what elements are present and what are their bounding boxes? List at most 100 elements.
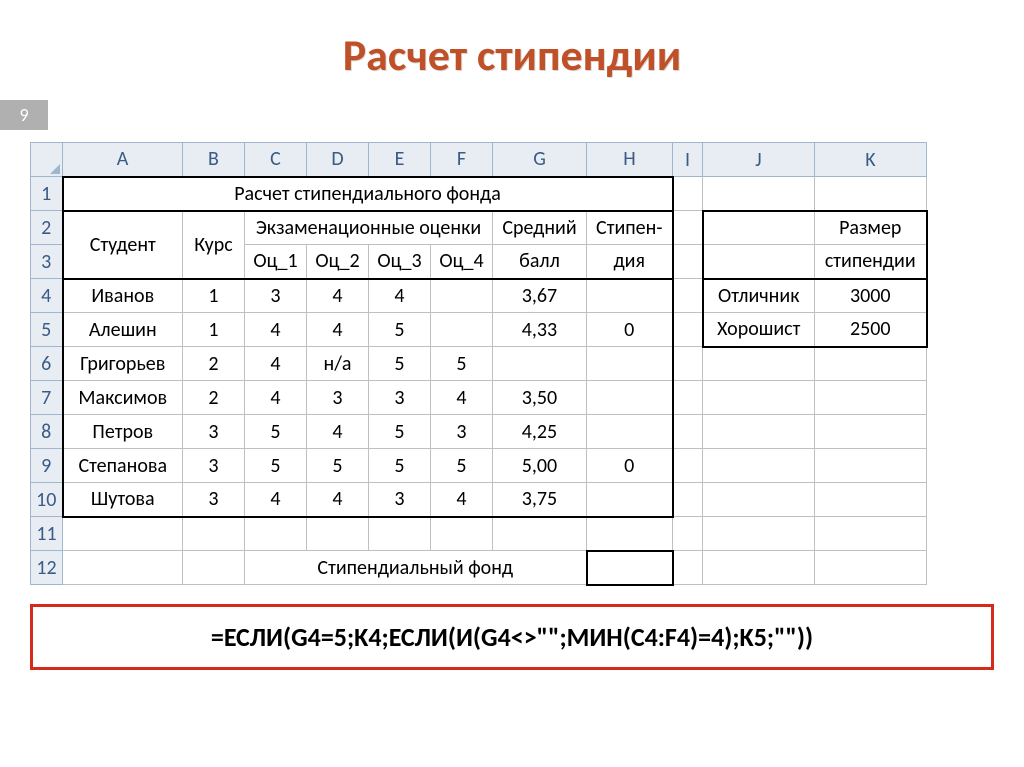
row-header-4[interactable]: 4: [31, 279, 63, 313]
cell-o4[interactable]: 5: [431, 449, 493, 483]
cell-course[interactable]: 3: [183, 449, 245, 483]
cell-name[interactable]: Иванов: [63, 279, 183, 313]
cell-o1[interactable]: 3: [245, 279, 307, 313]
cell-oc1-header[interactable]: Оц_1: [245, 245, 307, 279]
cell-course[interactable]: 1: [183, 313, 245, 347]
cell[interactable]: [703, 347, 815, 381]
row-header-6[interactable]: 6: [31, 347, 63, 381]
col-header-C[interactable]: C: [245, 143, 307, 177]
col-header-B[interactable]: B: [183, 143, 245, 177]
cell-o4[interactable]: 4: [431, 381, 493, 415]
cell-o1[interactable]: 5: [245, 415, 307, 449]
col-header-I[interactable]: I: [673, 143, 703, 177]
cell-name[interactable]: Петров: [63, 415, 183, 449]
cell-o2[interactable]: 4: [307, 415, 369, 449]
cell[interactable]: [431, 517, 493, 551]
cell-name[interactable]: Шутова: [63, 483, 183, 517]
row-header-1[interactable]: 1: [31, 177, 63, 211]
row-header-3[interactable]: 3: [31, 245, 63, 279]
cell[interactable]: [63, 517, 183, 551]
cell-good-val[interactable]: 2500: [815, 313, 927, 347]
cell-size-header-top[interactable]: Размер: [815, 211, 927, 245]
cell-avg-header-bot[interactable]: балл: [493, 245, 587, 279]
cell-good-label[interactable]: Хорошист: [703, 313, 815, 347]
cell[interactable]: [673, 279, 703, 313]
cell[interactable]: [63, 551, 183, 585]
cell-avg[interactable]: 3,75: [493, 483, 587, 517]
cell[interactable]: [703, 551, 815, 585]
row-header-8[interactable]: 8: [31, 415, 63, 449]
cell-avg[interactable]: 4,25: [493, 415, 587, 449]
cell-oc2-header[interactable]: Оц_2: [307, 245, 369, 279]
cell[interactable]: [183, 517, 245, 551]
col-header-H[interactable]: H: [587, 143, 673, 177]
col-header-F[interactable]: F: [431, 143, 493, 177]
cell[interactable]: [245, 517, 307, 551]
cell-avg[interactable]: 5,00: [493, 449, 587, 483]
col-header-D[interactable]: D: [307, 143, 369, 177]
cell-o3[interactable]: 5: [369, 449, 431, 483]
cell-o1[interactable]: 4: [245, 347, 307, 381]
cell-avg[interactable]: [493, 347, 587, 381]
cell[interactable]: [673, 313, 703, 347]
cell-course[interactable]: 2: [183, 381, 245, 415]
cell-o3[interactable]: 5: [369, 313, 431, 347]
cell-o1[interactable]: 4: [245, 381, 307, 415]
cell-name[interactable]: Максимов: [63, 381, 183, 415]
cell-o1[interactable]: 4: [245, 483, 307, 517]
cell[interactable]: [673, 347, 703, 381]
cell-avg[interactable]: 3,50: [493, 381, 587, 415]
cell[interactable]: [815, 483, 927, 517]
cell[interactable]: [369, 517, 431, 551]
cell-course[interactable]: 3: [183, 415, 245, 449]
cell-course-header[interactable]: Курс: [183, 211, 245, 279]
col-header-J[interactable]: J: [703, 143, 815, 177]
cell-course[interactable]: 2: [183, 347, 245, 381]
cell-o2[interactable]: 4: [307, 313, 369, 347]
cell[interactable]: [493, 517, 587, 551]
col-header-A[interactable]: A: [63, 143, 183, 177]
cell[interactable]: [307, 517, 369, 551]
cell-oc4-header[interactable]: Оц_4: [431, 245, 493, 279]
cell[interactable]: [815, 177, 927, 211]
cell-stip[interactable]: [587, 415, 673, 449]
cell-o4[interactable]: 3: [431, 415, 493, 449]
cell[interactable]: [703, 211, 815, 245]
cell[interactable]: [815, 551, 927, 585]
cell[interactable]: [703, 483, 815, 517]
cell-stip-header-bot[interactable]: дия: [587, 245, 673, 279]
cell-oc3-header[interactable]: Оц_3: [369, 245, 431, 279]
cell-fund-value[interactable]: [587, 551, 673, 585]
cell[interactable]: [703, 381, 815, 415]
cell-o3[interactable]: 5: [369, 415, 431, 449]
cell-stip[interactable]: [587, 347, 673, 381]
cell-o3[interactable]: 3: [369, 381, 431, 415]
cell-o2[interactable]: 4: [307, 483, 369, 517]
row-header-11[interactable]: 11: [31, 517, 63, 551]
cell-title[interactable]: Расчет стипендиального фонда: [63, 177, 673, 211]
cell-excellent-val[interactable]: 3000: [815, 279, 927, 313]
col-header-E[interactable]: E: [369, 143, 431, 177]
col-header-G[interactable]: G: [493, 143, 587, 177]
cell[interactable]: [673, 483, 703, 517]
cell-o2[interactable]: н/а: [307, 347, 369, 381]
cell-o4[interactable]: 4: [431, 483, 493, 517]
cell-o2[interactable]: 4: [307, 279, 369, 313]
cell-fund-label[interactable]: Стипендиальный фонд: [245, 551, 587, 585]
cell-o2[interactable]: 5: [307, 449, 369, 483]
cell[interactable]: [673, 449, 703, 483]
cell[interactable]: [703, 449, 815, 483]
cell-o3[interactable]: 3: [369, 483, 431, 517]
cell-excellent-label[interactable]: Отличник: [703, 279, 815, 313]
cell-o3[interactable]: 4: [369, 279, 431, 313]
cell[interactable]: [703, 177, 815, 211]
cell[interactable]: [673, 551, 703, 585]
cell-stip[interactable]: [587, 381, 673, 415]
cell[interactable]: [673, 211, 703, 245]
col-header-K[interactable]: K: [815, 143, 927, 177]
cell-o3[interactable]: 5: [369, 347, 431, 381]
cell[interactable]: [183, 551, 245, 585]
row-header-10[interactable]: 10: [31, 483, 63, 517]
cell-avg[interactable]: 4,33: [493, 313, 587, 347]
cell[interactable]: [673, 415, 703, 449]
